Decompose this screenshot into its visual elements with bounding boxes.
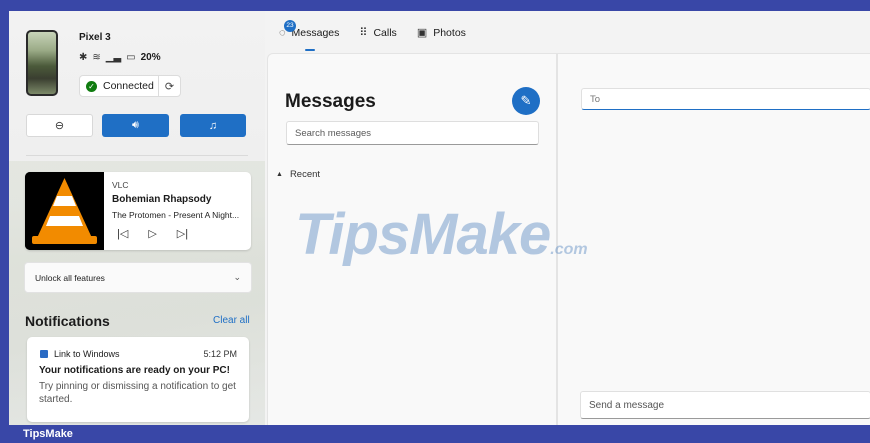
connection-label: Connected: [103, 80, 154, 92]
media-controls: |◁ ▷ ▷|: [117, 227, 188, 240]
left-frame: [0, 0, 9, 443]
media-player-card: VLC Bohemian Rhapsody The Protomen - Pre…: [25, 172, 251, 250]
sidebar: Pixel 3 ✱ ≋ ▁▃ ▭ 20% ✓ Connected ⟳ ⊖ 🔊︎ …: [9, 11, 265, 425]
notification-app-name: Link to Windows: [54, 349, 120, 359]
tab-photos-label: Photos: [433, 26, 466, 39]
connection-status[interactable]: ✓ Connected ⟳: [79, 75, 181, 97]
check-icon: ✓: [86, 80, 97, 92]
conversation-list-panel: Messages ✎ Search messages ▲ Recent: [267, 53, 557, 425]
notification-card[interactable]: Link to Windows 5:12 PM Your notificatio…: [27, 337, 249, 422]
track-artist: The Protomen - Present A Night...: [112, 210, 240, 220]
new-message-button[interactable]: ✎: [512, 87, 540, 115]
media-app-name: VLC: [112, 180, 129, 190]
tab-calls[interactable]: ⠿ Calls: [359, 26, 397, 40]
next-track-icon[interactable]: ▷|: [177, 227, 188, 240]
do-not-disturb-icon: ⊖: [54, 120, 65, 132]
volume-button[interactable]: 🔊︎: [102, 114, 169, 137]
tab-calls-label: Calls: [373, 26, 397, 39]
link-to-windows-icon: [40, 350, 48, 358]
notification-app: Link to Windows: [40, 349, 120, 359]
clear-all-link[interactable]: Clear all: [213, 315, 250, 326]
bluetooth-icon: ✱: [79, 52, 88, 63]
to-field[interactable]: To: [581, 88, 870, 110]
sync-icon[interactable]: ⟳: [158, 76, 180, 96]
notification-time: 5:12 PM: [203, 349, 237, 359]
footer-brand: TipsMake: [23, 428, 73, 440]
device-name: Pixel 3: [79, 32, 111, 43]
messages-heading: Messages: [285, 91, 376, 112]
track-title: Bohemian Rhapsody: [112, 194, 212, 205]
recent-label: Recent: [289, 169, 321, 180]
unread-badge: 23: [284, 19, 296, 32]
play-icon[interactable]: ▷: [148, 227, 156, 240]
dialpad-icon: ⠿: [359, 27, 368, 39]
previous-track-icon[interactable]: |◁: [117, 227, 128, 240]
recent-section-toggle[interactable]: ▲ Recent: [276, 169, 320, 180]
conversation-panel: To Send a message: [557, 53, 870, 425]
battery-level: 20%: [140, 52, 161, 63]
music-button[interactable]: ♫: [180, 114, 246, 137]
unlock-features-dropdown[interactable]: Unlock all features ⌄: [24, 262, 252, 293]
top-frame: [0, 0, 870, 11]
chevron-down-icon: ⌄: [233, 272, 241, 282]
vlc-cone-icon: [25, 172, 104, 250]
notification-title: Your notifications are ready on your PC!: [39, 365, 230, 376]
signal-icon: ▁▃: [105, 52, 122, 63]
phone-link-window: Pixel 3 ✱ ≋ ▁▃ ▭ 20% ✓ Connected ⟳ ⊖ 🔊︎ …: [9, 11, 870, 425]
send-message-input[interactable]: Send a message: [580, 391, 870, 419]
tab-messages[interactable]: ◌ 23 Messages: [279, 19, 340, 39]
volume-icon: 🔊︎: [132, 119, 139, 131]
caret-up-icon: ▲: [276, 171, 283, 178]
battery-icon: ▭: [126, 52, 136, 63]
search-input[interactable]: Search messages: [286, 121, 539, 145]
divider: [26, 155, 248, 156]
tab-photos[interactable]: ▣ Photos: [416, 26, 466, 40]
active-tab-indicator: [305, 49, 315, 51]
compose-icon: ✎: [520, 93, 532, 108]
do-not-disturb-button[interactable]: ⊖: [26, 114, 93, 137]
unlock-label: Unlock all features: [35, 272, 105, 283]
music-icon: ♫: [208, 119, 218, 132]
tab-messages-label: Messages: [291, 26, 340, 39]
wifi-icon: ≋: [92, 52, 101, 63]
photos-icon: ▣: [416, 27, 428, 39]
footer-bar: TipsMake: [0, 425, 870, 443]
notification-body: Try pinning or dismissing a notification…: [39, 381, 236, 405]
phone-wallpaper-thumbnail[interactable]: [26, 30, 58, 96]
album-art: [25, 172, 104, 250]
top-tabs: ◌ 23 Messages ⠿ Calls ▣ Photos: [279, 19, 466, 40]
device-status-row: ✱ ≋ ▁▃ ▭ 20%: [79, 52, 161, 63]
notifications-heading: Notifications: [25, 313, 110, 329]
